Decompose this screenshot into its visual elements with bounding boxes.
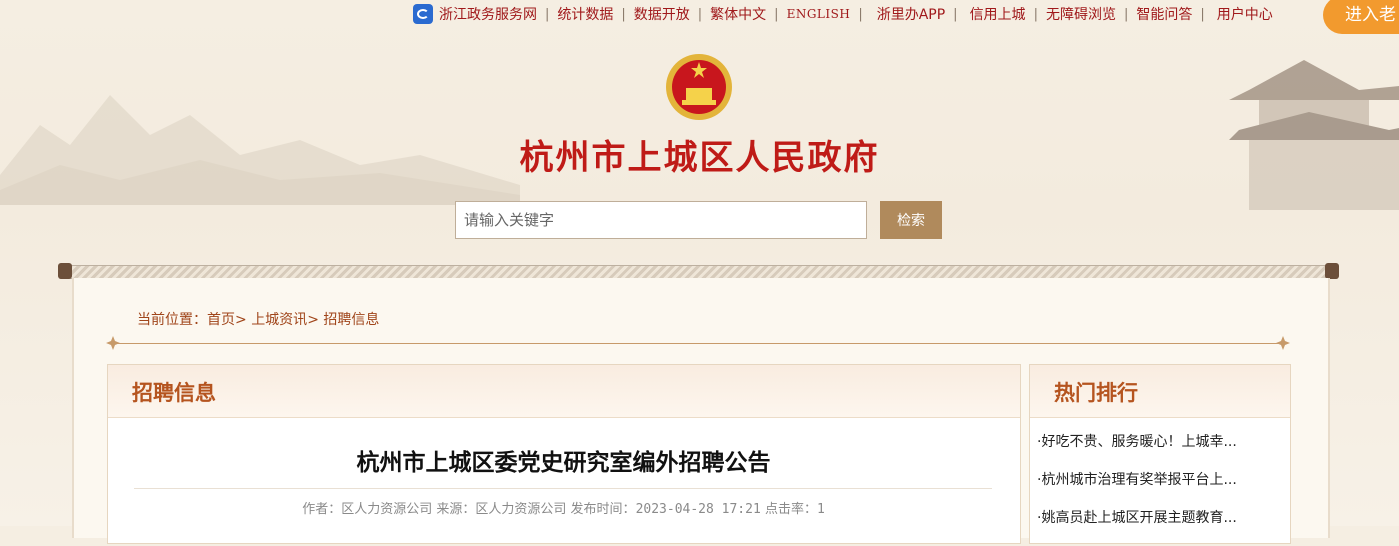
zhejiang-service-logo-icon[interactable] bbox=[413, 4, 433, 24]
breadcrumb-home[interactable]: 首页 bbox=[207, 312, 235, 328]
author-value: 区人力资源公司 bbox=[341, 502, 433, 517]
search-input[interactable] bbox=[455, 201, 867, 239]
divider-ornament-right-icon bbox=[1276, 336, 1290, 350]
nav-smart-qa[interactable]: 智能问答 bbox=[1128, 4, 1200, 24]
scroll-rod-decoration bbox=[60, 265, 1337, 279]
breadcrumb-prefix: 当前位置： bbox=[137, 312, 207, 328]
clicks-label: 点击率： bbox=[764, 502, 817, 517]
nav-english[interactable]: ENGLISH bbox=[779, 7, 859, 21]
publish-time-value: 2023-04-28 17:21 bbox=[635, 502, 761, 517]
site-title: 杭州市上城区人民政府 bbox=[519, 138, 880, 178]
article-panel-title: 招聘信息 bbox=[132, 381, 216, 405]
meta-divider bbox=[134, 488, 992, 489]
breadcrumb-current[interactable]: 招聘信息 bbox=[323, 312, 379, 328]
hot-ranking-item[interactable]: ·姚高员赴上城区开展主题教育... bbox=[1037, 508, 1237, 546]
nav-zhejiang-service[interactable]: 浙江政务服务网 bbox=[439, 4, 545, 24]
national-emblem-icon bbox=[666, 54, 732, 120]
hot-ranking-title: 热门排行 bbox=[1054, 381, 1138, 405]
clicks-value: 1 bbox=[816, 502, 825, 517]
breadcrumb-separator: > bbox=[307, 312, 319, 328]
breadcrumb: 当前位置：首页> 上城资讯> 招聘信息 bbox=[137, 309, 379, 329]
nav-zheliban-app[interactable]: 浙里办APP bbox=[863, 4, 953, 24]
breadcrumb-section[interactable]: 上城资讯 bbox=[251, 312, 307, 328]
author-label: 作者： bbox=[302, 502, 342, 517]
source-label: 来源： bbox=[436, 502, 476, 517]
section-divider bbox=[112, 343, 1284, 344]
divider-ornament-left-icon bbox=[106, 336, 120, 350]
source-value: 区人力资源公司 bbox=[475, 502, 567, 517]
article-panel-header: 招聘信息 bbox=[108, 365, 1020, 418]
nav-open-data[interactable]: 数据开放 bbox=[626, 4, 698, 24]
scroll-cap-left-decoration bbox=[58, 263, 72, 279]
nav-accessibility[interactable]: 无障碍浏览 bbox=[1038, 4, 1124, 24]
scroll-cap-right-decoration bbox=[1325, 263, 1339, 279]
city-gate-tower-decoration bbox=[1229, 60, 1399, 210]
breadcrumb-separator: > bbox=[235, 312, 247, 328]
top-nav: 浙江政务服务网 | 统计数据 | 数据开放 | 繁体中文 | ENGLISH |… bbox=[413, 4, 1281, 24]
publish-time-label: 发布时间： bbox=[570, 502, 636, 517]
nav-credit-shangcheng[interactable]: 信用上城 bbox=[958, 4, 1034, 24]
search-button[interactable]: 检索 bbox=[880, 201, 942, 239]
nav-traditional-chinese[interactable]: 繁体中文 bbox=[702, 4, 774, 24]
hot-ranking-header: 热门排行 bbox=[1030, 365, 1290, 418]
hot-ranking-list: ·好吃不贵、服务暖心！上城幸... ·杭州城市治理有奖举报平台上... ·姚高员… bbox=[1037, 432, 1237, 546]
top-bar: 浙江政务服务网 | 统计数据 | 数据开放 | 繁体中文 | ENGLISH |… bbox=[0, 0, 1399, 34]
article-title: 杭州市上城区委党史研究室编外招聘公告 bbox=[356, 450, 771, 476]
nav-statistics[interactable]: 统计数据 bbox=[549, 4, 621, 24]
hot-ranking-item[interactable]: ·杭州城市治理有奖举报平台上... bbox=[1037, 470, 1237, 508]
hot-ranking-item[interactable]: ·好吃不贵、服务暖心！上城幸... bbox=[1037, 432, 1237, 470]
article-meta: 作者：区人力资源公司 来源：区人力资源公司 发布时间：2023-04-28 17… bbox=[107, 498, 1020, 517]
